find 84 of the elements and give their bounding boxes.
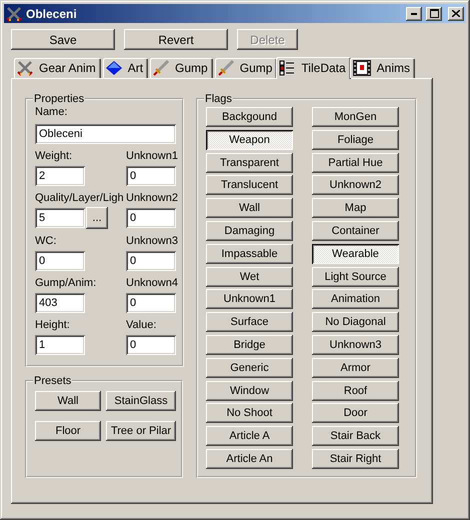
field-label: Weight: — [35, 149, 74, 163]
crossed-swords-icon — [6, 6, 22, 22]
field-label: Height: — [35, 318, 71, 332]
minimize-button[interactable] — [406, 6, 422, 20]
flag-toggle[interactable]: MonGen — [312, 107, 399, 127]
preset-button[interactable]: Wall — [35, 391, 101, 411]
flag-toggle[interactable]: Door — [312, 403, 399, 424]
input-field[interactable]: 2 — [35, 166, 85, 186]
input-field[interactable]: 5 — [35, 208, 85, 228]
flag-toggle[interactable]: Unknown3 — [312, 334, 399, 355]
window-title: Obleceni — [26, 6, 78, 20]
input-field[interactable]: 0 — [126, 251, 176, 271]
flag-toggle[interactable]: Transparent — [206, 152, 293, 173]
flag-toggle[interactable]: Wet — [206, 266, 293, 287]
tab[interactable]: Gump — [150, 58, 213, 78]
name-field[interactable]: Obleceni — [35, 124, 176, 144]
preset-button[interactable]: Floor — [35, 421, 101, 441]
flag-toggle[interactable]: Map — [312, 198, 399, 218]
tab[interactable]: TileData — [276, 57, 351, 79]
toolbar-button[interactable]: Save — [11, 29, 115, 50]
input-field[interactable]: 403 — [35, 293, 85, 313]
input-field[interactable]: 0 — [126, 208, 176, 228]
flag-toggle[interactable]: Wall — [206, 198, 293, 218]
field-label: Unknown2 — [126, 191, 176, 205]
input-field[interactable]: 0 — [126, 166, 176, 186]
field-label: WC: — [35, 234, 58, 248]
flag-toggle[interactable]: Wearable — [312, 244, 399, 264]
flag-toggle[interactable]: Backgound — [206, 107, 293, 127]
flag-toggle[interactable]: Weapon — [206, 130, 293, 150]
gem-icon — [106, 61, 122, 75]
toolbar-button[interactable]: Revert — [124, 29, 228, 50]
preset-button[interactable]: Tree or Pilar — [106, 421, 176, 441]
close-button[interactable] — [448, 6, 464, 20]
group-title: Properties — [33, 93, 86, 105]
browse-button[interactable]: ... — [86, 207, 108, 229]
input-field[interactable]: 0 — [126, 293, 176, 313]
field-label: Unknown1 — [126, 149, 176, 163]
preset-button[interactable]: StainGlass — [106, 391, 176, 411]
flag-toggle[interactable]: Stair Back — [312, 426, 399, 446]
flag-toggle[interactable]: Partial Hue — [312, 152, 399, 173]
field-label: Unknown4 — [126, 276, 176, 290]
flag-toggle[interactable]: Article A — [206, 426, 293, 446]
flag-toggle[interactable]: Generic — [206, 358, 293, 378]
flag-toggle[interactable]: Unknown1 — [206, 289, 293, 310]
field-label: Value: — [126, 318, 158, 332]
tab[interactable]: Anims — [350, 58, 416, 78]
flag-toggle[interactable]: Translucent — [206, 175, 293, 196]
input-field[interactable]: 0 — [126, 335, 176, 355]
flag-toggle[interactable]: Animation — [312, 289, 399, 310]
input-field[interactable]: 1 — [35, 335, 85, 355]
flag-toggle[interactable]: Damaging — [206, 220, 293, 241]
tab[interactable]: Art — [102, 58, 148, 78]
close-icon — [452, 10, 460, 17]
flag-toggle[interactable]: Impassable — [206, 244, 293, 264]
flag-toggle[interactable]: Armor — [312, 358, 399, 378]
crossed-swords-icon — [17, 60, 33, 76]
flag-toggle[interactable]: Container — [312, 220, 399, 241]
tab[interactable]: Gear Anim — [14, 58, 101, 78]
flag-toggle[interactable]: Light Source — [312, 266, 399, 287]
tab[interactable]: Gump — [214, 58, 278, 78]
field-label: Quality/Layer/Ligh — [35, 191, 125, 205]
maximize-button[interactable] — [426, 6, 442, 20]
group-title: Presets — [33, 375, 72, 387]
input-field[interactable]: 0 — [35, 251, 85, 271]
group-title: Flags — [204, 93, 233, 105]
minimize-icon — [411, 12, 417, 14]
flag-toggle[interactable]: No Shoot — [206, 403, 293, 424]
flag-toggle[interactable]: Unknown2 — [312, 175, 399, 196]
sword-icon — [218, 60, 234, 76]
flag-toggle[interactable]: Foliage — [312, 130, 399, 150]
field-label: Gump/Anim: — [35, 276, 98, 290]
flag-toggle[interactable]: Window — [206, 380, 293, 401]
film-strip-icon — [352, 60, 371, 76]
flag-toggle[interactable]: Bridge — [206, 334, 293, 355]
flag-toggle[interactable]: Surface — [206, 312, 293, 332]
maximize-icon — [430, 9, 438, 18]
flag-toggle[interactable]: No Diagonal — [312, 312, 399, 332]
sword-icon — [153, 60, 170, 76]
field-label: Name: — [35, 105, 68, 119]
flag-toggle[interactable]: Roof — [312, 380, 399, 401]
flag-toggle[interactable]: Stair Right — [312, 448, 399, 469]
checklist-icon — [279, 60, 296, 76]
flag-toggle[interactable]: Article An — [206, 448, 293, 469]
field-label: Unknown3 — [126, 234, 176, 248]
